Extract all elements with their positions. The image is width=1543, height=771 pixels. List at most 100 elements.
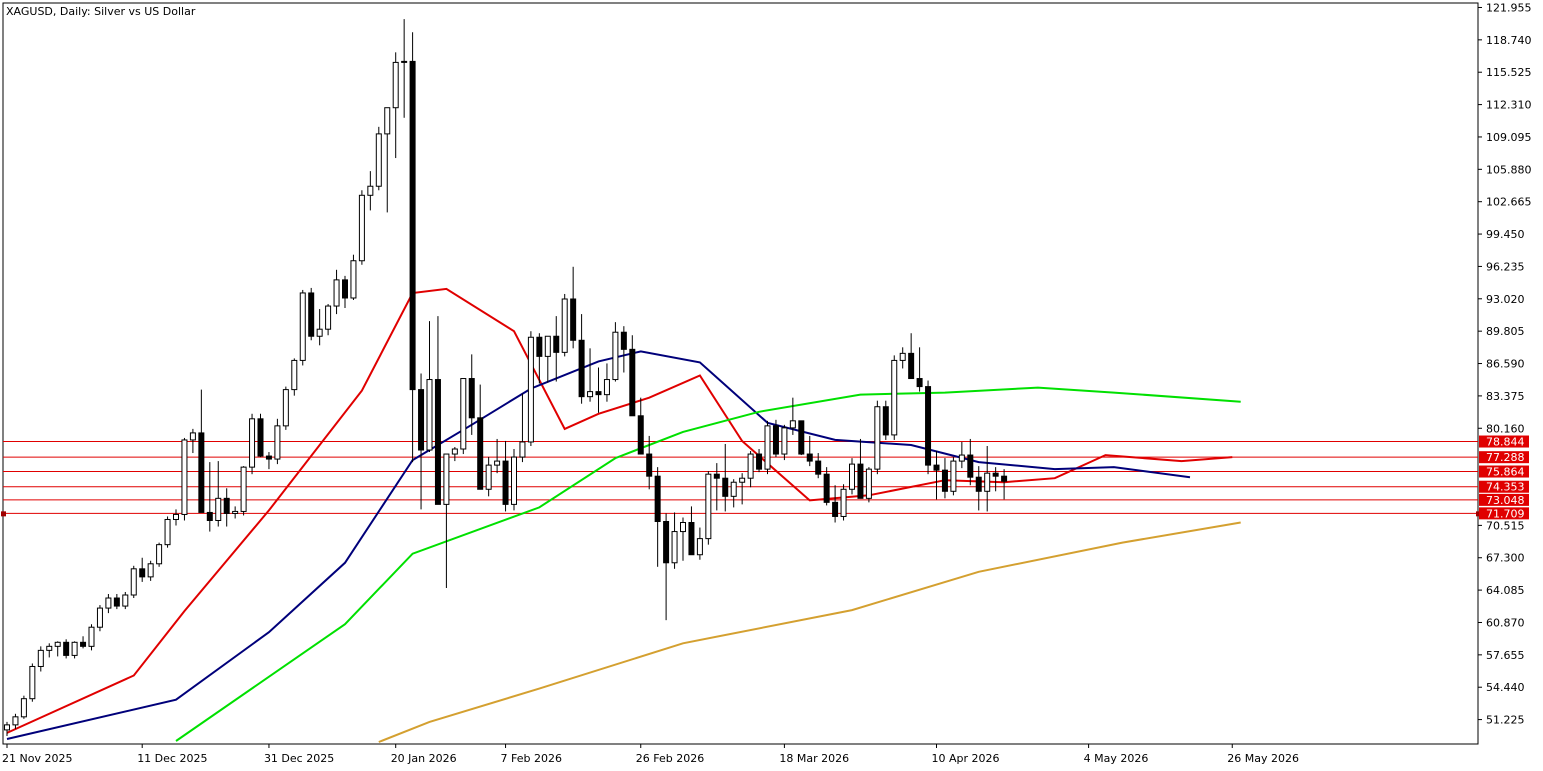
candle-body: [671, 531, 678, 564]
candle-body: [392, 61, 399, 109]
candle-body: [418, 389, 425, 451]
candle-body: [941, 469, 948, 492]
candle-body: [561, 298, 568, 353]
candle-body: [46, 645, 53, 651]
candle-body: [865, 468, 872, 499]
candle-body: [570, 298, 577, 341]
y-tick-label: 115.525: [1486, 66, 1532, 79]
y-tick-label: 109.095: [1486, 131, 1532, 144]
candle-body: [544, 335, 551, 357]
y-tick-label: 57.655: [1486, 649, 1525, 662]
candle-body: [113, 597, 120, 607]
candle-body: [916, 378, 923, 388]
level-price-label: 71.709: [1486, 507, 1525, 520]
candle: [291, 358, 298, 396]
candle-body: [20, 698, 27, 718]
candle: [891, 355, 898, 440]
candle-body: [933, 464, 940, 471]
y-tick-label: 102.665: [1486, 196, 1532, 209]
candle: [29, 663, 36, 702]
candle-body: [713, 473, 720, 479]
candle: [925, 380, 932, 475]
candle-body: [308, 292, 315, 337]
candle-body: [578, 339, 585, 398]
candle-body: [646, 453, 653, 477]
candle-body: [223, 497, 230, 514]
candle: [511, 449, 517, 511]
y-tick-label: 89.805: [1486, 325, 1525, 338]
level-price-tag: 75.864: [1479, 465, 1529, 479]
candle-body: [595, 391, 602, 396]
candle-body: [502, 460, 509, 505]
candle: [156, 542, 163, 567]
candle-body: [705, 473, 712, 540]
candle-body: [29, 665, 36, 700]
candle-body: [257, 418, 264, 457]
candle-body: [696, 538, 703, 556]
price-axis[interactable]: 121.955 118.740 115.525 112.310 109.095 105.8…: [1478, 1, 1532, 727]
candle-body: [637, 415, 644, 455]
level-price-tag: 74.353: [1479, 480, 1529, 494]
y-tick-label: 99.450: [1486, 228, 1525, 241]
candle-body: [350, 260, 357, 299]
candle: [164, 516, 171, 548]
candle-body: [899, 352, 906, 361]
candle: [772, 419, 779, 458]
candle: [375, 126, 382, 191]
candle-body: [654, 475, 661, 522]
candle-body: [722, 477, 729, 497]
y-tick-label: 96.235: [1486, 260, 1525, 273]
candle-body: [375, 133, 382, 187]
time-axis[interactable]: 21 Nov 2025 11 Dec 2025 31 Dec 2025 20 Jan …: [2, 744, 1299, 765]
candle-body: [764, 425, 771, 470]
candle-body: [325, 305, 332, 330]
candle-body: [756, 453, 763, 470]
candle-body: [206, 511, 213, 521]
chart-title: XAGUSD, Daily: Silver vs US Dollar: [6, 5, 196, 18]
level-price-tag: 73.048: [1479, 493, 1529, 507]
x-tick-label: 4 May 2026: [1084, 752, 1149, 765]
x-tick-label: 7 Feb 2026: [501, 752, 562, 765]
candle-body: [925, 386, 932, 466]
candle: [882, 400, 889, 440]
candle: [130, 565, 137, 599]
candle-body: [857, 463, 864, 499]
candle-body: [494, 460, 501, 466]
level-price-label: 74.353: [1486, 481, 1525, 494]
level-price-tag: 78.844: [1479, 435, 1529, 449]
candle: [274, 418, 281, 465]
candle-body: [772, 425, 779, 455]
candle: [308, 287, 315, 341]
candle-body: [781, 427, 788, 455]
candle-body: [612, 331, 619, 381]
candle-body: [950, 460, 957, 492]
candle-body: [282, 389, 289, 427]
candle: [950, 457, 957, 496]
price-chart[interactable]: XAGUSD, Daily: Silver vs US Dollar 121.9…: [0, 0, 1543, 771]
candle: [561, 293, 568, 357]
candle-body: [426, 379, 433, 451]
candle-body: [249, 418, 256, 468]
candle-body: [747, 453, 754, 479]
candle-body: [603, 379, 610, 396]
level-price-label: 77.288: [1486, 451, 1525, 464]
y-tick-label: 121.955: [1486, 1, 1532, 14]
x-tick-label: 21 Nov 2025: [2, 752, 72, 765]
candle-body: [96, 607, 103, 628]
candle-body: [460, 378, 467, 450]
level-price-label: 78.844: [1486, 436, 1525, 449]
candle-body: [882, 406, 889, 436]
candle-body: [789, 420, 796, 429]
y-tick-label: 93.020: [1486, 293, 1525, 306]
candle-body: [992, 472, 999, 477]
candle: [874, 400, 881, 475]
candle-body: [815, 460, 822, 475]
candle: [282, 386, 289, 430]
candle-body: [80, 641, 87, 647]
level-anchor-left: [1, 511, 6, 517]
candle-body: [908, 352, 915, 380]
x-tick-label: 11 Dec 2025: [137, 752, 207, 765]
candle: [257, 413, 264, 458]
level-price-label: 75.864: [1486, 466, 1525, 479]
candle: [350, 254, 357, 301]
